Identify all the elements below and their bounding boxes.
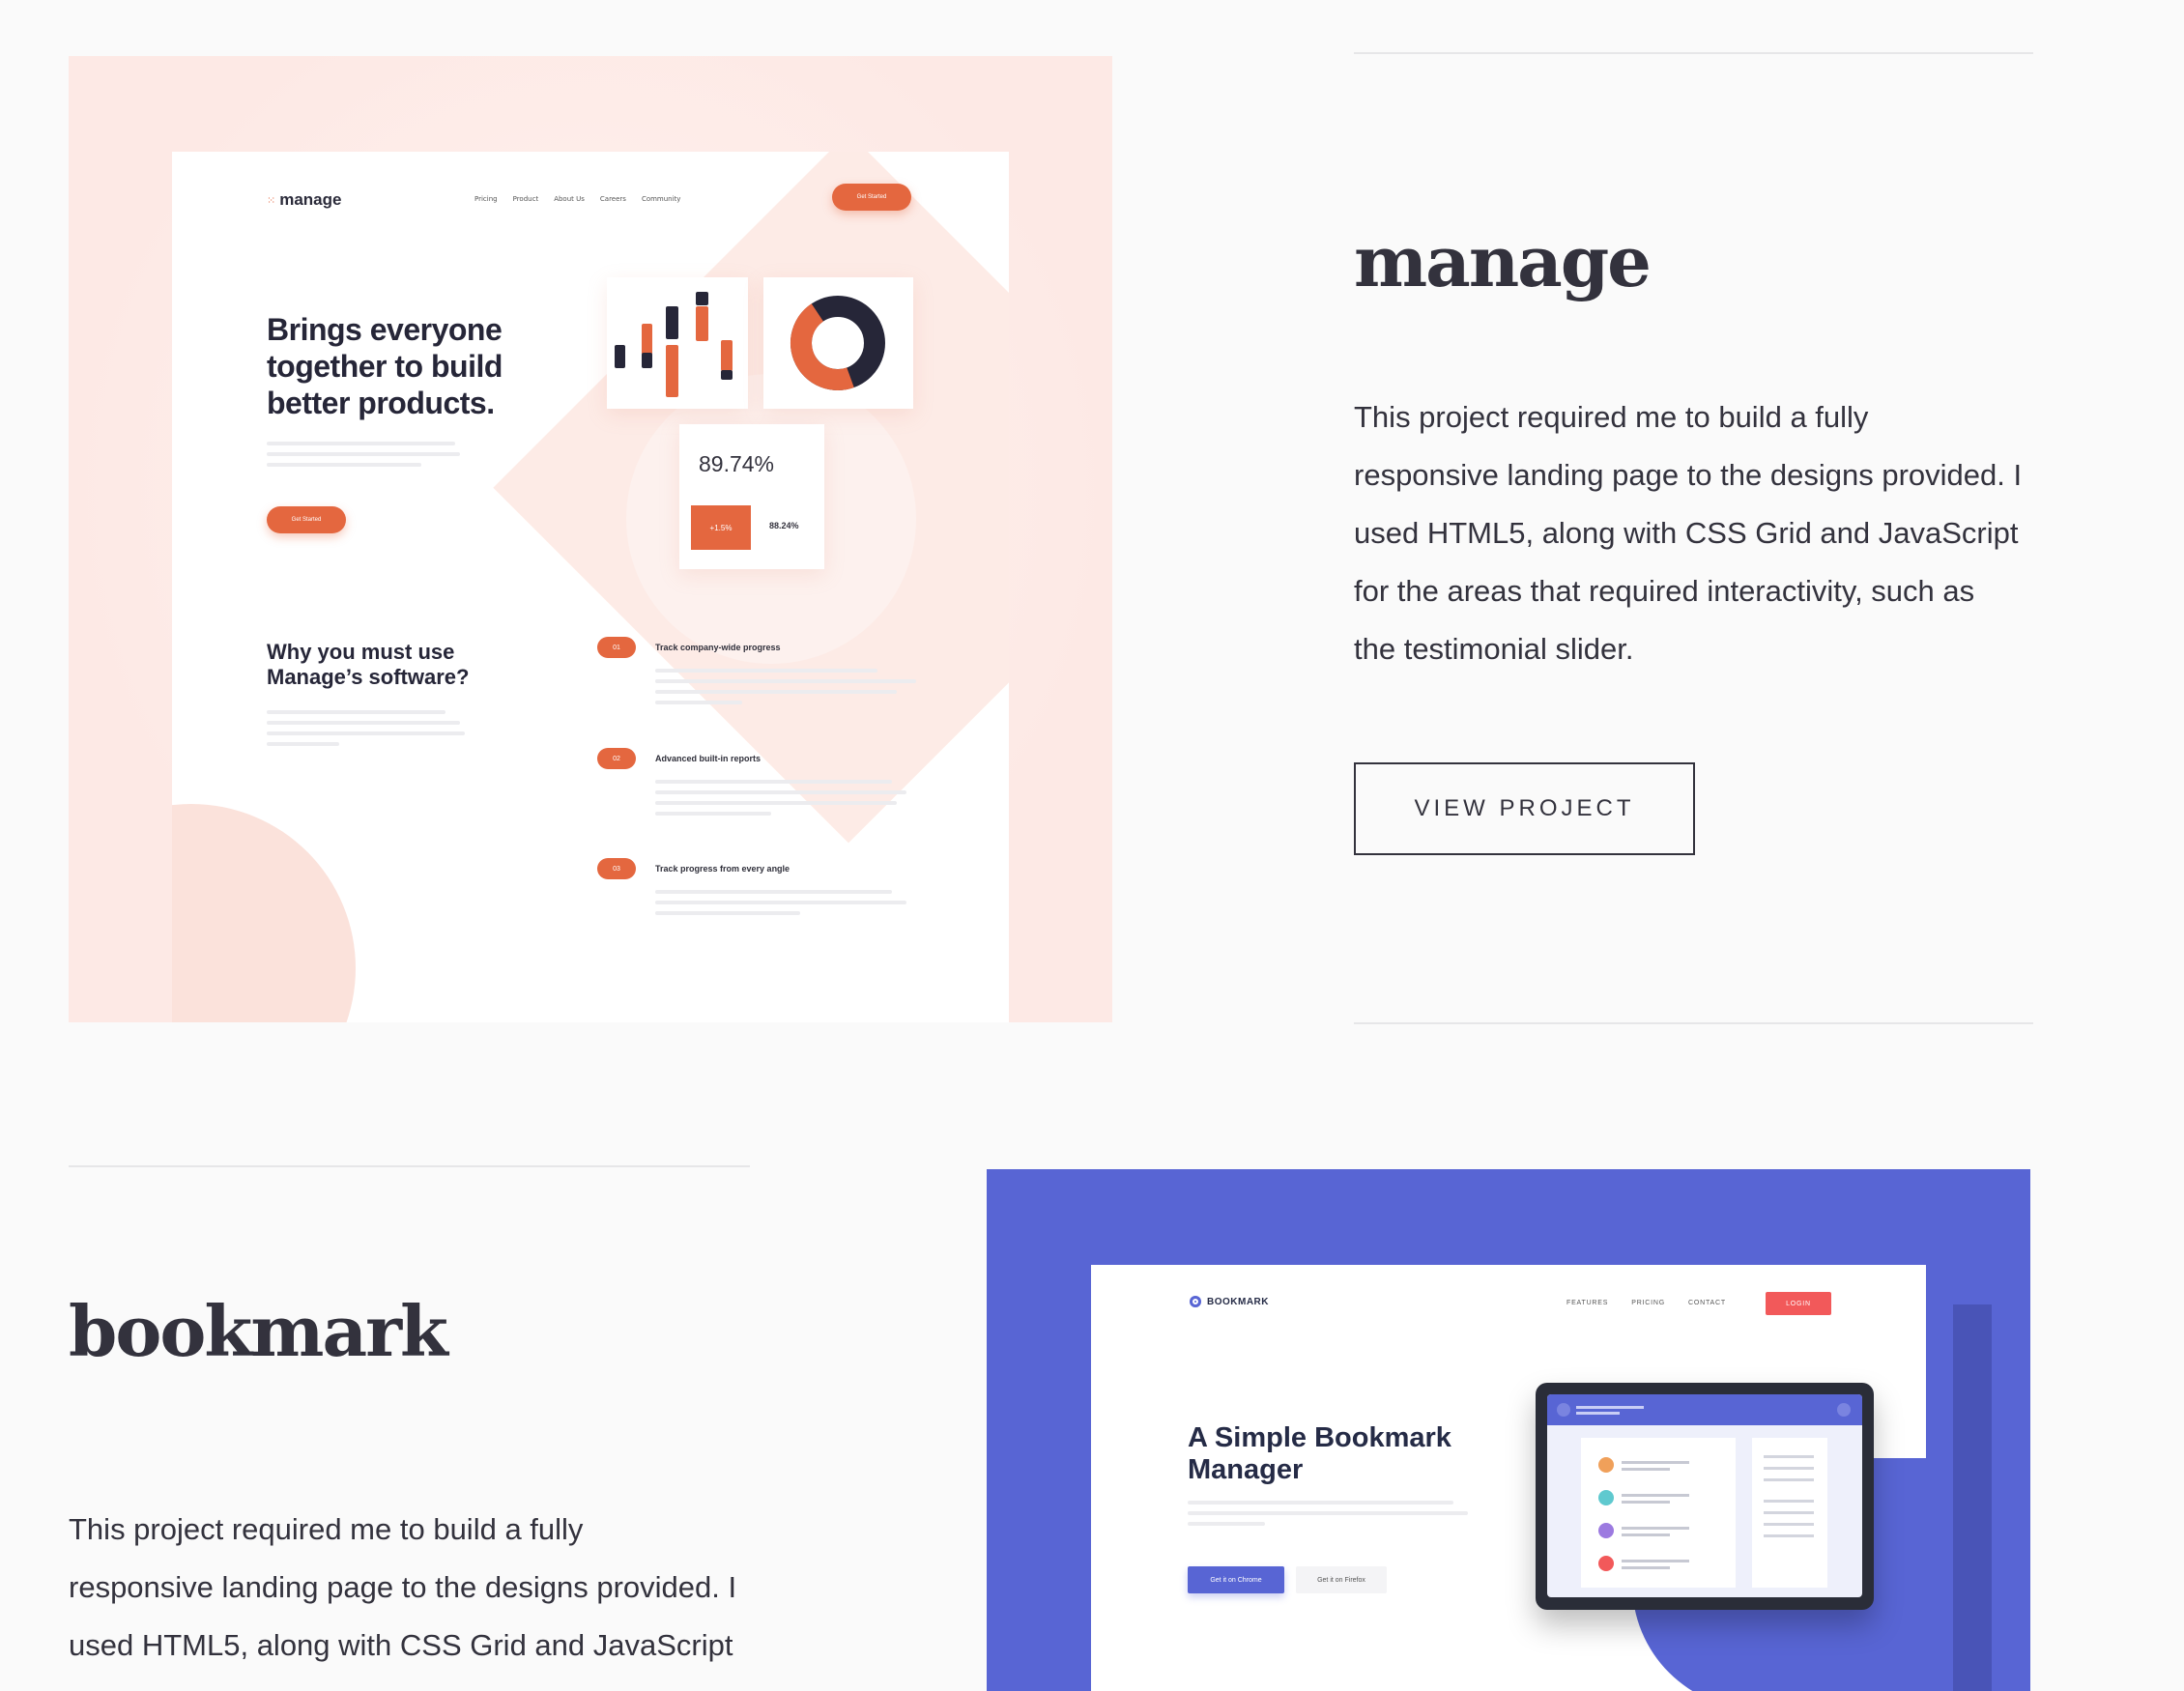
manage-screenshot: ⁙ manage Pricing Product About Us Career… [172,152,1009,1022]
stat-main-value: 89.74% [699,451,775,476]
logo[interactable]: BOOKMARK [1190,1296,1269,1307]
view-project-button[interactable]: VIEW PROJECT [1354,762,1695,855]
bar-chart-card [607,277,748,409]
logo-icon: ⁙ [267,194,276,207]
feature-title: Track progress from every angle [655,864,790,874]
nav-link[interactable]: Careers [600,195,626,203]
divider [1354,52,2033,54]
manage-preview-image: ⁙ manage Pricing Product About Us Career… [69,56,1112,1022]
feature-body [655,890,916,922]
nav-link[interactable]: PRICING [1631,1300,1665,1306]
bookmark-preview-image: BOOKMARK FEATURES PRICING CONTACT LOGIN … [987,1169,2030,1691]
nav-links: Pricing Product About Us Careers Communi… [474,195,680,203]
divider [1354,1022,2033,1024]
project-description: This project required me to build a full… [1354,400,2023,666]
feature-number-badge: 03 [597,858,636,879]
chrome-button[interactable]: Get it on Chrome [1188,1566,1284,1593]
hero-body-text [267,442,460,473]
firefox-button[interactable]: Get it on Firefox [1296,1566,1387,1593]
feature-body [655,669,916,711]
stat-secondary-value: 88.24% [769,521,799,530]
donut-chart [790,296,885,390]
why-heading: Why you must use Manage’s software? [267,640,470,689]
login-button[interactable]: LOGIN [1766,1292,1831,1315]
nav-links: FEATURES PRICING CONTACT [1566,1300,1726,1306]
bookmark-screenshot: BOOKMARK FEATURES PRICING CONTACT LOGIN … [1091,1265,1926,1691]
stat-change-badge: +1.5% [691,505,751,550]
feature-title: Advanced built-in reports [655,754,762,763]
feature-number-badge: 02 [597,748,636,769]
nav-link[interactable]: Pricing [474,195,498,203]
feature-number-badge: 01 [597,637,636,658]
hero-cta-button[interactable]: Get Started [267,506,346,533]
project-title: bookmark [69,1290,448,1372]
nav-link[interactable]: FEATURES [1566,1300,1608,1306]
bookmark-logo-icon [1190,1296,1201,1307]
nav-link[interactable]: Community [642,195,681,203]
project-title: manage [1354,220,1652,302]
divider [69,1165,750,1167]
donut-chart-card [763,277,913,409]
why-body-text [267,710,470,753]
nav-link[interactable]: Product [513,195,539,203]
project-description: This project required me to build a full… [69,1512,737,1662]
feature-title: Track company-wide progress [655,643,781,652]
logo[interactable]: ⁙ manage [267,190,341,210]
nav-cta-button[interactable]: Get Started [832,184,911,211]
nav-link[interactable]: CONTACT [1688,1300,1726,1306]
tablet-illustration [1536,1383,1874,1610]
stat-card: 89.74% +1.5% 88.24% [679,424,824,569]
hero-headline: Brings everyone together to build better… [267,312,503,420]
hero-headline: A Simple Bookmark Manager [1188,1422,1451,1485]
feature-body [655,780,916,822]
nav-link[interactable]: About Us [554,195,585,203]
hero-body-text [1188,1501,1468,1533]
